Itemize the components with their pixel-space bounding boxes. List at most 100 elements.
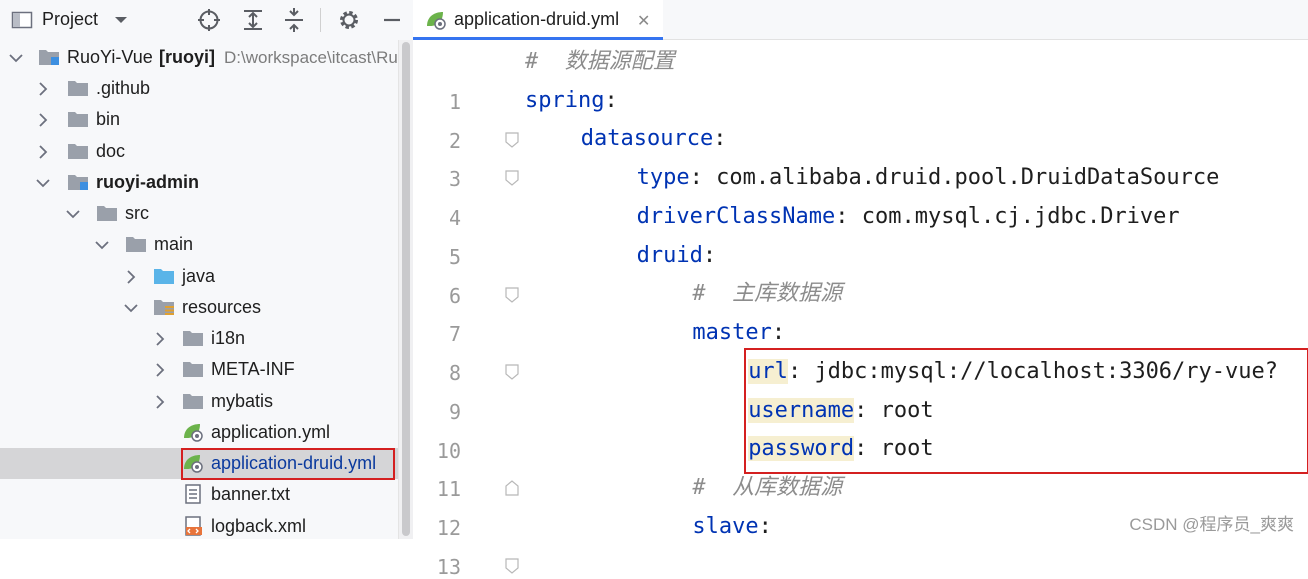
yaml-separator: : — [758, 514, 772, 539]
tree-row[interactable]: application.yml — [0, 417, 398, 448]
chevron-right-icon[interactable] — [36, 113, 50, 127]
module-folder-icon — [39, 50, 59, 65]
yaml-key: datasource — [580, 126, 714, 151]
tree-item-label: i18n — [211, 328, 246, 348]
chevron-down-icon[interactable] — [66, 207, 80, 221]
tree-row[interactable]: resources — [0, 292, 398, 323]
editor-tab-active[interactable]: application-druid.yml ✕ — [413, 0, 663, 40]
fold-marker-icon[interactable] — [505, 287, 519, 303]
folder-icon — [68, 81, 88, 96]
root-module-name: [ruoyi] — [159, 47, 215, 67]
editor-tab-bar: application-druid.yml ✕ — [413, 0, 1308, 40]
chevron-right-icon[interactable] — [124, 270, 138, 284]
tree-row[interactable]: java — [0, 261, 398, 292]
line-number: 12 — [436, 516, 461, 540]
code-line[interactable]: slave: — [525, 507, 772, 546]
chevron-right-icon[interactable] — [36, 145, 50, 159]
tree-item-label: ruoyi-admin — [96, 172, 200, 192]
text-file-icon — [185, 484, 201, 504]
dropdown-arrow-icon[interactable] — [108, 6, 134, 34]
yaml-key: master — [692, 320, 772, 345]
project-view-icon[interactable] — [9, 6, 35, 34]
settings-gear-icon[interactable] — [336, 6, 362, 34]
watermark: CSDN @程序员_爽爽 — [1129, 515, 1294, 534]
tree-item-label: doc — [96, 141, 126, 161]
xml-file-icon — [185, 516, 202, 536]
fold-marker-icon[interactable] — [505, 132, 519, 148]
folder-icon — [68, 112, 88, 127]
tree-item-label: banner.txt — [211, 484, 291, 504]
yaml-separator: : — [835, 204, 862, 229]
line-number: 7 — [448, 322, 461, 346]
line-number: 10 — [436, 439, 461, 463]
tree-row[interactable]: doc — [0, 136, 398, 167]
tree-row-root[interactable]: RuoYi-Vue [ruoyi] D:\workspace\itcast\Ru — [0, 42, 398, 73]
chevron-down-icon[interactable] — [124, 301, 138, 315]
code-line[interactable]: spring: — [525, 81, 618, 120]
tree-row[interactable]: mybatis — [0, 386, 398, 417]
tree-item-label: resources — [182, 297, 262, 317]
yaml-value: com.mysql.cj.jdbc.Driver — [861, 204, 1180, 229]
tree-row[interactable]: bin — [0, 104, 398, 135]
tree-row[interactable]: ruoyi-admin — [0, 167, 398, 198]
chevron-down-icon[interactable] — [95, 238, 109, 252]
tree-row[interactable]: banner.txt — [0, 479, 398, 510]
tree-item-label: main — [154, 234, 194, 254]
hide-minus-icon[interactable] — [379, 6, 405, 34]
code-line[interactable]: datasource: — [525, 119, 727, 158]
project-title[interactable]: Project — [42, 9, 98, 30]
chevron-right-icon[interactable] — [153, 395, 167, 409]
code-line[interactable]: driverClassName: com.mysql.cj.jdbc.Drive… — [525, 197, 1180, 236]
spring-yml-icon — [184, 424, 203, 442]
highlight-box-file — [181, 448, 395, 480]
code-line[interactable]: master: — [525, 313, 785, 352]
fold-marker-icon[interactable] — [505, 170, 519, 186]
folder-icon — [183, 362, 203, 377]
tree-item-label: src — [125, 203, 149, 223]
highlight-box-credentials — [744, 348, 1308, 474]
tree-row[interactable]: main — [0, 229, 398, 260]
locate-icon[interactable] — [196, 6, 222, 34]
code-line[interactable]: # 主库数据源 — [525, 274, 842, 313]
code-line[interactable]: druid: — [525, 236, 716, 275]
chevron-right-icon[interactable] — [153, 363, 167, 377]
fold-marker-icon[interactable] — [505, 558, 519, 574]
expand-all-icon[interactable] — [240, 6, 266, 34]
folder-icon — [97, 206, 117, 221]
folder-icon — [126, 237, 146, 252]
tree-row[interactable]: src — [0, 198, 398, 229]
chevron-down-icon[interactable] — [9, 51, 23, 65]
tree-item-label: mybatis — [211, 391, 274, 411]
chevron-right-icon[interactable] — [153, 332, 167, 346]
code-line[interactable]: type: com.alibaba.druid.pool.DruidDataSo… — [525, 158, 1220, 197]
chevron-right-icon[interactable] — [36, 82, 50, 96]
project-toolbar: Project — [0, 0, 413, 40]
tree-row[interactable]: .github — [0, 73, 398, 104]
module-folder-icon — [68, 175, 88, 190]
close-icon[interactable]: ✕ — [637, 11, 650, 31]
yaml-key: type — [636, 165, 690, 190]
line-number: 11 — [436, 477, 461, 501]
tab-label: application-druid.yml — [454, 9, 620, 29]
yaml-separator: : — [689, 165, 717, 190]
tree-item-label: META-INF — [211, 359, 295, 379]
fold-marker-icon[interactable] — [505, 480, 519, 496]
code-comment: # 从库数据源 — [692, 475, 843, 500]
tree-item-label: .github — [96, 78, 151, 98]
line-number: 5 — [448, 245, 461, 269]
code-line[interactable]: # 数据源配置 — [525, 42, 675, 81]
tree-item-label: java — [182, 266, 216, 286]
collapse-all-icon[interactable] — [281, 6, 307, 34]
yaml-key: driverClassName — [636, 204, 836, 229]
tree-row[interactable]: META-INF — [0, 354, 398, 385]
editor-panel: application-druid.yml ✕ 1 2 3 4 5 6 7 8 9 10 11 12 1… — [413, 0, 1308, 579]
editor-gutter: 1 2 3 4 5 6 7 8 9 10 11 12 13 — [413, 40, 525, 579]
code-comment: # 数据源配置 — [525, 49, 675, 74]
tree-item-label: application.yml — [211, 422, 331, 442]
tree-row[interactable]: i18n — [0, 323, 398, 354]
chevron-down-icon[interactable] — [36, 176, 50, 190]
project-scrollbar-thumb[interactable] — [402, 42, 410, 536]
fold-marker-icon[interactable] — [505, 364, 519, 380]
tree-row[interactable]: logback.xml — [0, 511, 398, 539]
yaml-key: slave — [692, 514, 759, 539]
